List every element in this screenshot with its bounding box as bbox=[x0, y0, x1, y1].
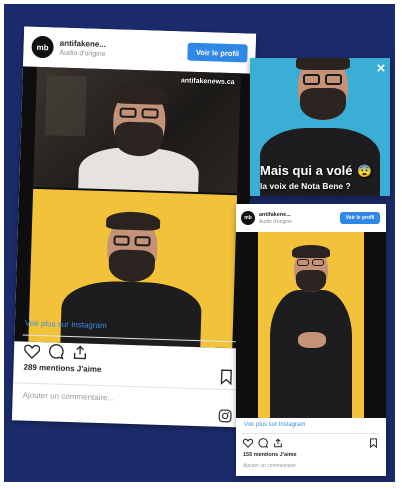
caption-line-1: Mais qui a volé bbox=[260, 163, 353, 178]
video-player[interactable] bbox=[236, 232, 386, 418]
video-watermark: antifakenews.ca bbox=[180, 77, 235, 87]
view-profile-button[interactable]: Voir le profil bbox=[340, 212, 380, 224]
add-comment-input[interactable]: Ajouter un commentaire bbox=[243, 463, 296, 469]
likes-count: 155 mentions J'aime bbox=[243, 452, 297, 458]
profile-avatar[interactable]: mb bbox=[241, 211, 255, 225]
video-thumbnail-card[interactable]: Mais qui a volé 😨 la voix de Nota Bene ? bbox=[250, 58, 390, 196]
bookmark-icon[interactable] bbox=[369, 438, 378, 448]
heart-icon[interactable] bbox=[24, 343, 41, 359]
profile-avatar[interactable]: mb bbox=[31, 35, 54, 59]
video-frame bbox=[258, 232, 364, 418]
bookmark-icon[interactable] bbox=[219, 369, 233, 386]
audio-label[interactable]: Audio d'origine bbox=[59, 50, 105, 58]
scared-emoji: 😨 bbox=[356, 164, 372, 178]
video-player[interactable]: antifakenews.ca bbox=[14, 66, 255, 349]
action-bar bbox=[243, 438, 283, 448]
comment-icon[interactable] bbox=[258, 438, 268, 448]
instagram-embed-right: mb antifakene... Audio d'origine Voir le… bbox=[236, 204, 386, 476]
close-icon[interactable] bbox=[377, 64, 385, 72]
share-icon[interactable] bbox=[273, 438, 283, 448]
embed-header: mb antifakene... Audio d'origine Voir le… bbox=[236, 204, 386, 232]
likes-count: 289 mentions J'aime bbox=[23, 362, 102, 375]
audio-label[interactable]: Audio d'origine bbox=[259, 219, 292, 225]
view-more-link[interactable]: Voir plus sur Instagram bbox=[244, 422, 305, 428]
caption-line-2: la voix de Nota Bene ? bbox=[260, 181, 351, 191]
video-caption: Mais qui a volé 😨 la voix de Nota Bene ? bbox=[260, 162, 384, 191]
action-bar bbox=[24, 343, 88, 361]
profile-username[interactable]: antifakene... bbox=[60, 39, 107, 49]
comment-icon[interactable] bbox=[48, 343, 64, 360]
collage-background: mb antifakene... Audio d'origine Voir le… bbox=[4, 4, 395, 482]
video-frame-top: antifakenews.ca bbox=[33, 66, 241, 194]
view-profile-button[interactable]: Voir le profil bbox=[187, 42, 248, 63]
share-icon[interactable] bbox=[72, 344, 88, 360]
add-comment-input[interactable]: Ajouter un commentaire... bbox=[23, 391, 115, 403]
instagram-icon[interactable] bbox=[218, 409, 232, 423]
heart-icon[interactable] bbox=[243, 438, 253, 448]
instagram-embed-left: mb antifakene... Audio d'origine Voir le… bbox=[11, 26, 257, 428]
profile-username[interactable]: antifakene... bbox=[259, 212, 292, 218]
